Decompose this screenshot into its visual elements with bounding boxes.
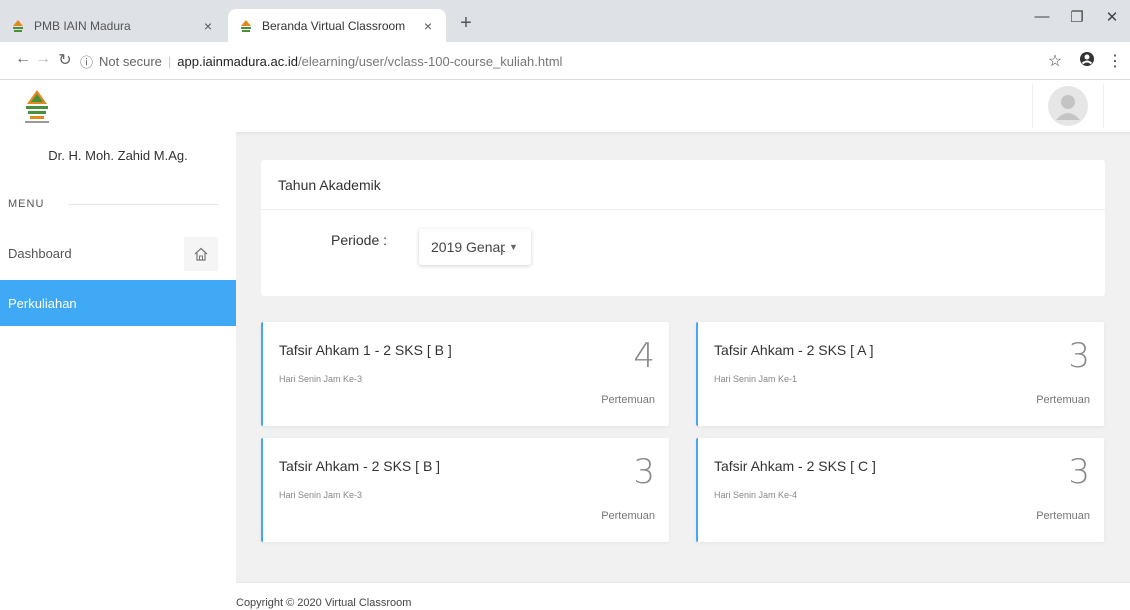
academic-year-panel: Tahun Akademik Periode : 2019 Genap ▼ bbox=[261, 160, 1105, 296]
sidebar-item-label: Perkuliahan bbox=[8, 295, 77, 311]
bookmark-star-icon[interactable]: ☆ bbox=[1044, 51, 1066, 71]
app-header bbox=[0, 80, 1130, 132]
tab-close-icon[interactable]: × bbox=[200, 18, 216, 34]
home-icon bbox=[184, 237, 218, 271]
menu-label: MENU bbox=[8, 198, 45, 210]
course-schedule: Hari Senin Jam Ke-3 bbox=[279, 490, 363, 500]
close-window-icon[interactable]: ✕ bbox=[1097, 8, 1127, 26]
meeting-count: 3 bbox=[633, 452, 655, 492]
periode-label: Periode : bbox=[331, 232, 388, 248]
site-favicon-icon bbox=[238, 18, 254, 34]
periode-value: 2019 Genap bbox=[431, 239, 505, 255]
reload-icon[interactable]: ↻ bbox=[54, 50, 76, 70]
sidebar-item-label: Dashboard bbox=[8, 245, 72, 261]
address-bar[interactable]: ⓘ Not secure | app.iainmadura.ac.id/elea… bbox=[80, 48, 1010, 74]
new-tab-button[interactable]: + bbox=[454, 12, 478, 35]
meeting-count: 3 bbox=[1068, 336, 1090, 376]
meeting-label: Pertemuan bbox=[1036, 394, 1090, 406]
tab-title: PMB IAIN Madura bbox=[34, 18, 131, 33]
url-separator: | bbox=[167, 53, 172, 69]
info-icon[interactable]: ⓘ bbox=[80, 52, 93, 71]
restore-icon[interactable]: ❐ bbox=[1062, 8, 1092, 26]
course-title: Tafsir Ahkam 1 - 2 SKS [ B ] bbox=[279, 342, 452, 358]
profile-icon[interactable] bbox=[1076, 51, 1098, 72]
user-name: Dr. H. Moh. Zahid M.Ag. bbox=[48, 148, 188, 163]
copyright-text: Copyright © 2020 Virtual Classroom bbox=[236, 597, 412, 609]
tab-close-icon[interactable]: × bbox=[420, 18, 436, 34]
site-favicon-icon bbox=[10, 18, 26, 34]
sidebar: Dr. H. Moh. Zahid M.Ag. MENU Dashboard P… bbox=[0, 132, 236, 610]
browser-menu-icon[interactable]: ⋮ bbox=[1104, 51, 1126, 71]
back-icon[interactable]: ← bbox=[12, 50, 34, 68]
browser-toolbar: ← → ↻ ⓘ Not secure | app.iainmadura.ac.i… bbox=[0, 42, 1130, 80]
menu-divider bbox=[68, 204, 218, 205]
avatar-icon[interactable] bbox=[1048, 86, 1088, 126]
meeting-label: Pertemuan bbox=[601, 510, 655, 522]
sidebar-item-perkuliahan[interactable]: Perkuliahan bbox=[0, 280, 236, 326]
user-menu[interactable] bbox=[1032, 84, 1104, 128]
panel-title: Tahun Akademik bbox=[261, 160, 1105, 210]
course-card[interactable]: Tafsir Ahkam 1 - 2 SKS [ B ] Hari Senin … bbox=[261, 322, 669, 426]
meeting-label: Pertemuan bbox=[601, 394, 655, 406]
browser-tab-bar: PMB IAIN Madura × Beranda Virtual Classr… bbox=[0, 0, 1130, 42]
course-schedule: Hari Senin Jam Ke-4 bbox=[714, 490, 798, 500]
meeting-count: 4 bbox=[633, 336, 655, 376]
url-host: app.iainmadura.ac.id bbox=[177, 53, 298, 69]
forward-icon[interactable]: → bbox=[32, 50, 54, 68]
minimize-icon[interactable]: — bbox=[1027, 8, 1057, 25]
iain-madura-logo[interactable] bbox=[20, 86, 54, 126]
course-title: Tafsir Ahkam - 2 SKS [ C ] bbox=[714, 458, 876, 474]
browser-tab-beranda[interactable]: Beranda Virtual Classroom × bbox=[228, 9, 446, 42]
security-status: Not secure bbox=[99, 53, 162, 69]
tab-title: Beranda Virtual Classroom bbox=[262, 18, 406, 33]
footer: Copyright © 2020 Virtual Classroom bbox=[236, 582, 1130, 610]
course-title: Tafsir Ahkam - 2 SKS [ A ] bbox=[714, 342, 874, 358]
browser-tab-pmb[interactable]: PMB IAIN Madura × bbox=[0, 9, 226, 42]
course-card[interactable]: Tafsir Ahkam - 2 SKS [ C ] Hari Senin Ja… bbox=[696, 438, 1104, 542]
periode-select[interactable]: 2019 Genap ▼ bbox=[419, 229, 531, 265]
sidebar-item-dashboard[interactable]: Dashboard bbox=[0, 230, 236, 276]
course-schedule: Hari Senin Jam Ke-1 bbox=[714, 374, 798, 384]
course-card[interactable]: Tafsir Ahkam - 2 SKS [ B ] Hari Senin Ja… bbox=[261, 438, 669, 542]
course-card[interactable]: Tafsir Ahkam - 2 SKS [ A ] Hari Senin Ja… bbox=[696, 322, 1104, 426]
course-schedule: Hari Senin Jam Ke-3 bbox=[279, 374, 363, 384]
chevron-down-icon: ▼ bbox=[509, 242, 518, 252]
course-title: Tafsir Ahkam - 2 SKS [ B ] bbox=[279, 458, 441, 474]
meeting-count: 3 bbox=[1068, 452, 1090, 492]
main-content: Tahun Akademik Periode : 2019 Genap ▼ Ta… bbox=[236, 136, 1130, 610]
meeting-label: Pertemuan bbox=[1036, 510, 1090, 522]
url-path: /elearning/user/vclass-100-course_kuliah… bbox=[297, 53, 563, 69]
